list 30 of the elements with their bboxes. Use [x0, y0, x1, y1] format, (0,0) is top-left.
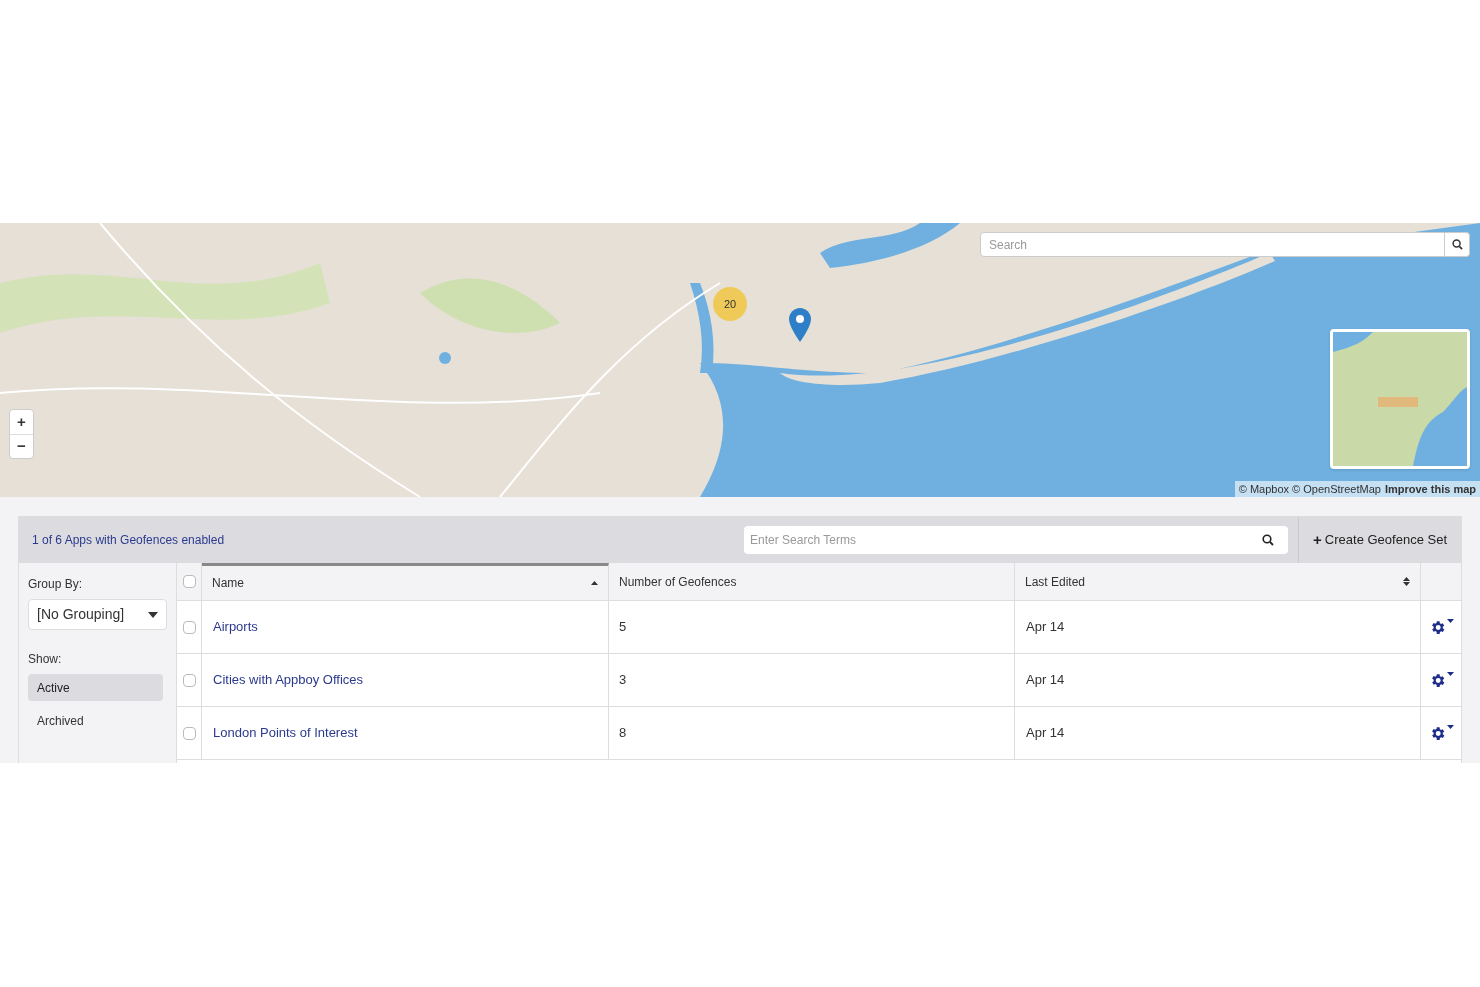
geofence-set-link[interactable]: London Points of Interest [213, 723, 358, 743]
search-field[interactable]: Enter Search Terms [744, 526, 1289, 554]
table-cell-text: Apr 14 [1026, 618, 1065, 637]
table-cell-text: Apr 14 [1026, 724, 1065, 743]
column-header[interactable]: Number of Geofences [609, 563, 1015, 600]
column-header[interactable]: Name [202, 563, 609, 600]
caret-icon [1446, 724, 1454, 729]
filter-item[interactable]: Active [28, 674, 163, 701]
group-by-dropdown[interactable]: [No Grouping] [28, 599, 167, 630]
sort-icon [1403, 577, 1410, 586]
column-header[interactable]: Last Edited [1015, 563, 1421, 600]
caret-icon [1446, 671, 1454, 676]
caret-icon [148, 611, 158, 618]
apps-summary-text: 1 of 6 Apps with Geofences enabled [31, 532, 226, 549]
filter-item[interactable]: Archived [28, 707, 163, 734]
table-cell-text: 3 [619, 671, 627, 690]
geofence-set-link[interactable]: Airports [213, 617, 258, 637]
checkbox[interactable] [182, 673, 196, 687]
show-label: Show: [28, 651, 63, 668]
table-cell-text: Apr 14 [1026, 671, 1065, 690]
caret-icon [1446, 618, 1454, 623]
geofence-set-link[interactable]: Cities with Appboy Offices [213, 670, 364, 690]
group-by-label: Group By: [28, 576, 84, 593]
checkbox[interactable] [182, 575, 196, 588]
checkbox[interactable] [182, 726, 196, 740]
search-icon [1262, 534, 1275, 546]
table-cell-text: 8 [619, 724, 627, 743]
sort-up-icon [591, 581, 598, 585]
checkbox[interactable] [182, 620, 196, 634]
table-cell-text: 5 [619, 618, 627, 637]
